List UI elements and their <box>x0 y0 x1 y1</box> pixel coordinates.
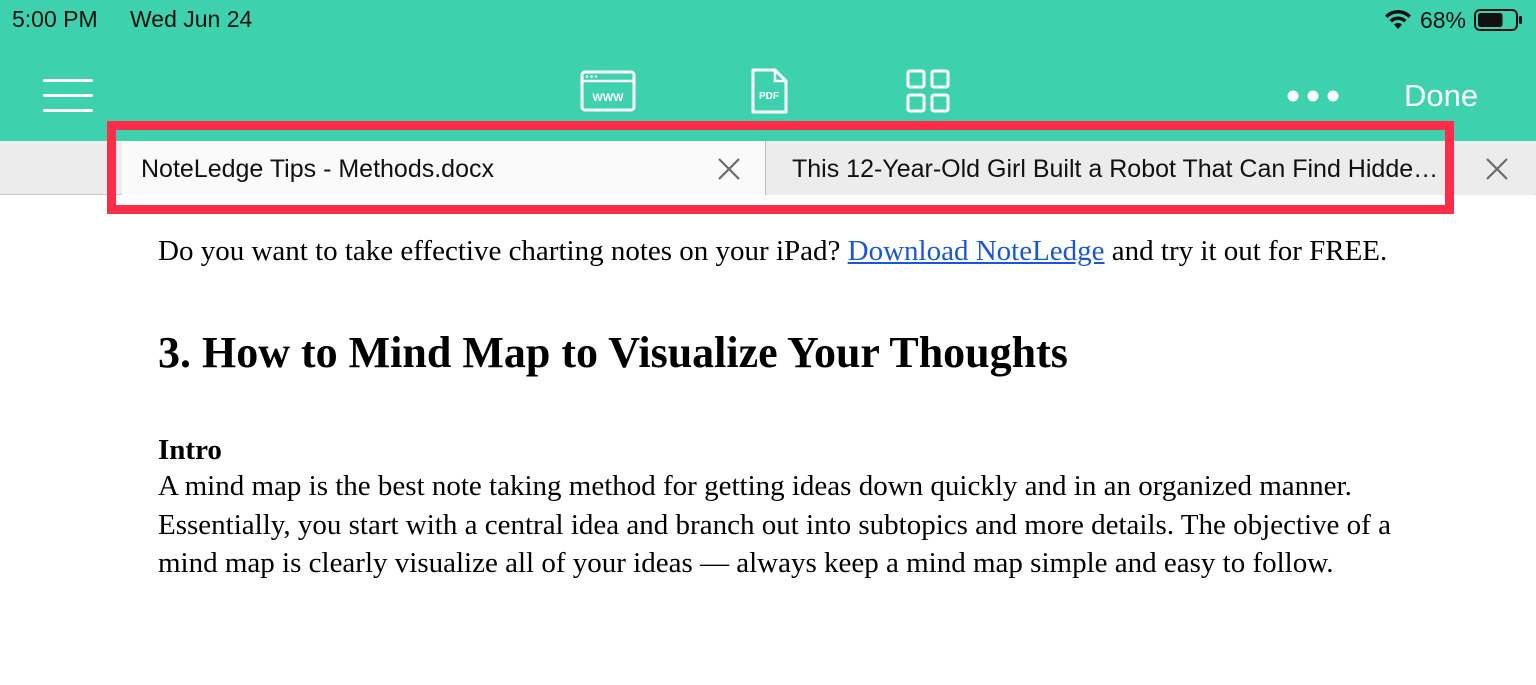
tab-title: NoteLedge Tips - Methods.docx <box>141 155 494 183</box>
battery-icon <box>1474 9 1522 31</box>
status-date: Wed Jun 24 <box>130 6 253 32</box>
tab-noteledge-tips[interactable]: NoteLedge Tips - Methods.docx <box>122 141 766 195</box>
web-browser-button[interactable]: WWW <box>580 68 636 114</box>
www-icon-label: WWW <box>592 92 624 104</box>
tab-title: This 12-Year-Old Girl Built a Robot That… <box>792 155 1442 183</box>
www-icon: WWW <box>580 70 636 112</box>
section-heading: 3. How to Mind Map to Visualize Your Tho… <box>158 328 1068 377</box>
more-dots-icon[interactable] <box>1285 84 1341 108</box>
top-toolbar: 5:00 PM Wed Jun 24 68% WWW PDF Done <box>0 0 1536 141</box>
pdf-button[interactable]: PDF <box>741 68 797 114</box>
download-noteledge-link[interactable]: Download NoteLedge <box>848 235 1105 267</box>
pdf-icon: PDF <box>751 68 788 114</box>
close-icon[interactable] <box>1484 156 1510 182</box>
pdf-icon-label: PDF <box>759 91 779 102</box>
intro-text: Do you want to take effective charting n… <box>158 235 848 267</box>
tab-robot-article[interactable]: This 12-Year-Old Girl Built a Robot That… <box>767 141 1535 195</box>
status-time: 5:00 PM <box>12 6 98 32</box>
grid-view-button[interactable] <box>900 68 956 114</box>
status-indicators: 68% <box>1384 6 1524 34</box>
grid-icon <box>906 69 950 113</box>
tab-strip: NoteLedge Tips - Methods.docx This 12-Ye… <box>0 141 1536 195</box>
battery-percent: 68% <box>1419 6 1466 33</box>
intro-text-end: and try it out for FREE. <box>1104 235 1388 267</box>
done-button[interactable]: Done <box>1404 78 1478 114</box>
body-paragraph: A mind map is the best note taking metho… <box>158 470 1391 579</box>
wifi-icon <box>1384 9 1411 29</box>
document-content: Do you want to take effective charting n… <box>158 232 1448 583</box>
hamburger-menu-icon[interactable] <box>43 77 93 113</box>
close-icon[interactable] <box>716 156 742 182</box>
subheading: Intro <box>158 434 222 466</box>
intro-paragraph: Do you want to take effective charting n… <box>158 232 1448 271</box>
